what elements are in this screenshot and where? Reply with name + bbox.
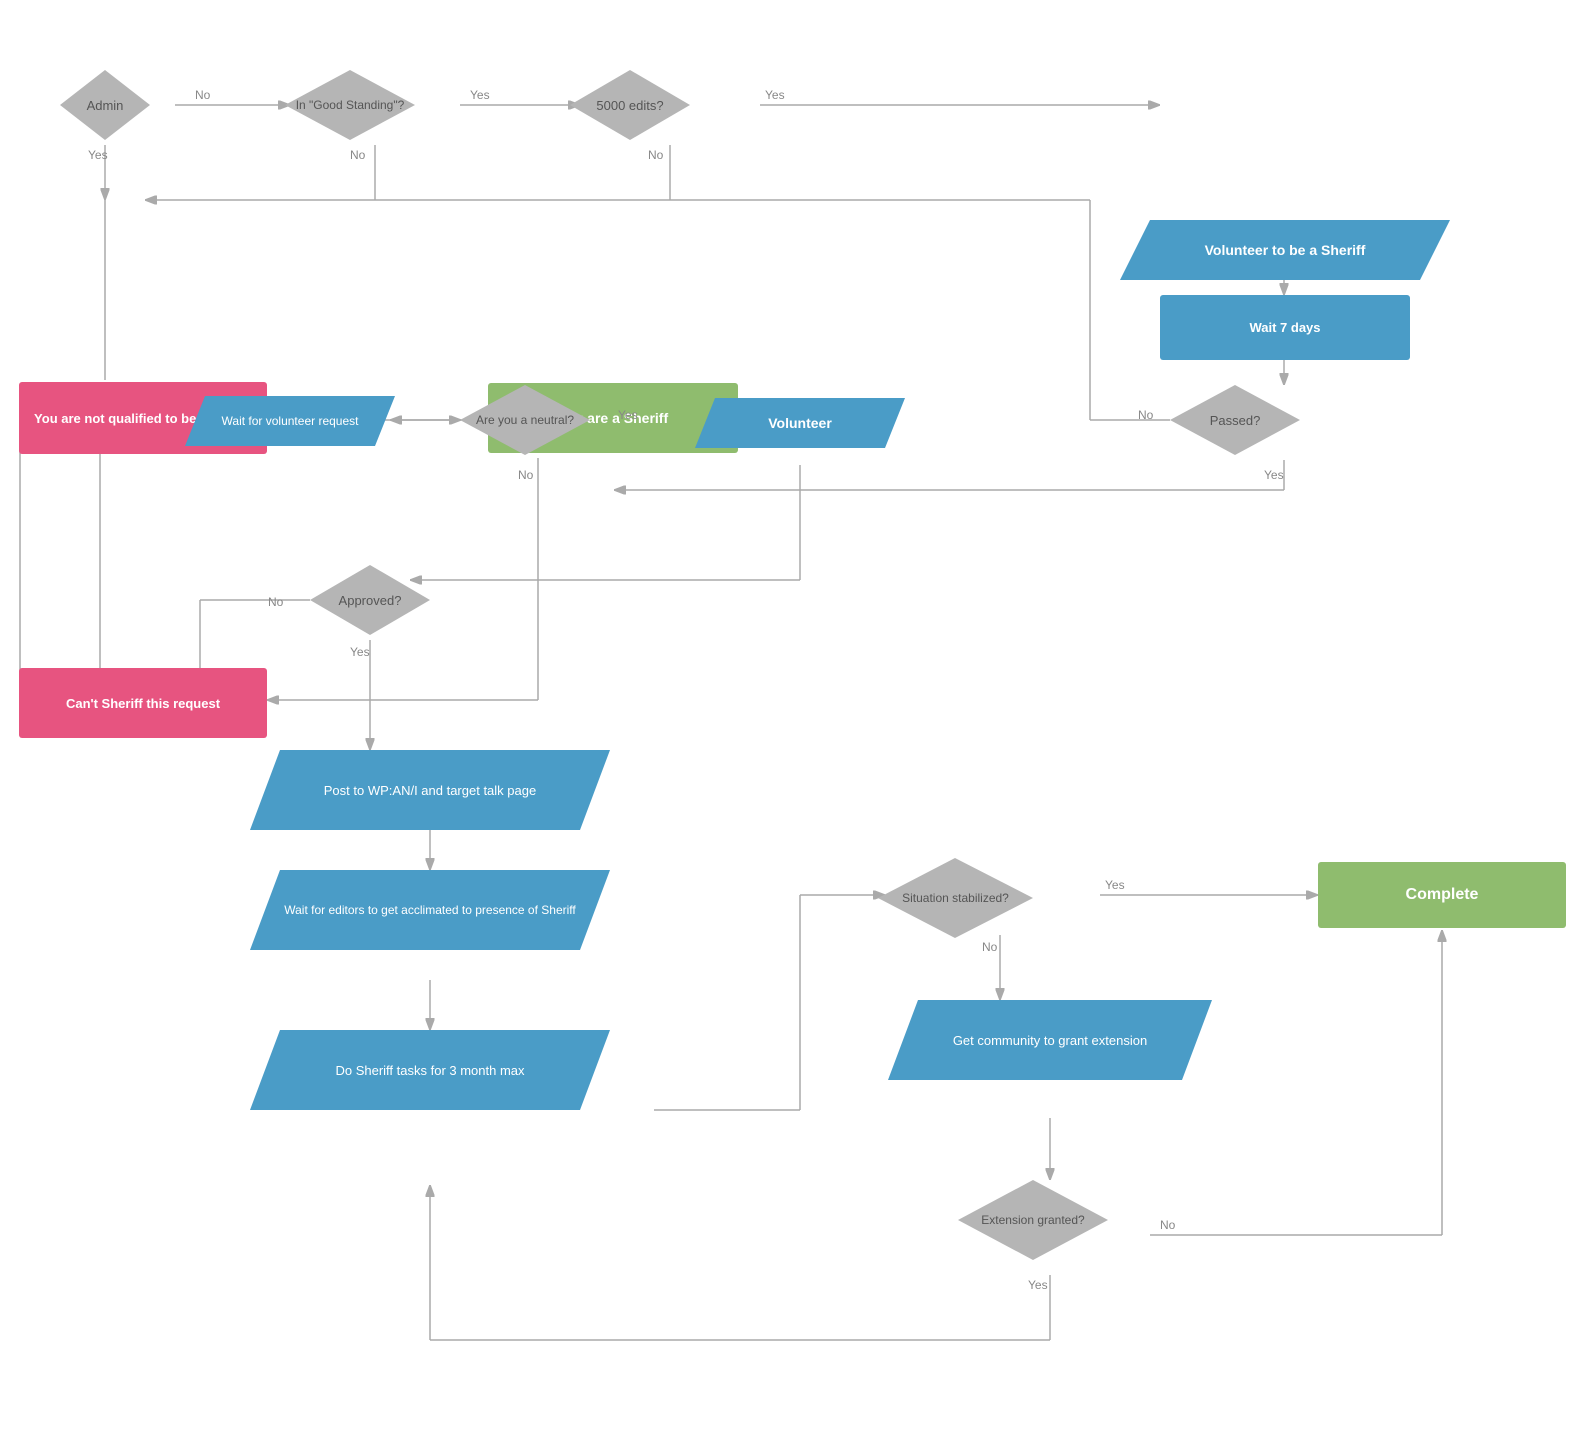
situation-stabilized-diamond: Situation stabilized? (878, 858, 1033, 938)
flowchart: Admin In "Good Standing"? 5000 edits? Vo… (0, 0, 1578, 1434)
good-standing-yes-label: Yes (470, 88, 490, 102)
get-community-parallelogram: Get community to grant extension (888, 1000, 1212, 1080)
volunteer-parallelogram: Volunteer (695, 398, 905, 448)
extension-granted-diamond: Extension granted? (958, 1180, 1108, 1260)
volunteer-sheriff-parallelogram: Volunteer to be a Sheriff (1120, 220, 1450, 280)
complete-rect: Complete (1318, 862, 1566, 928)
good-standing-diamond: In "Good Standing"? (285, 70, 415, 140)
five-thousand-yes-label: Yes (765, 88, 785, 102)
do-sheriff-parallelogram: Do Sheriff tasks for 3 month max (250, 1030, 610, 1110)
good-standing-no-label: No (350, 148, 365, 162)
extension-no-label: No (1160, 1218, 1175, 1232)
admin-diamond: Admin (60, 70, 150, 140)
passed-diamond: Passed? (1170, 385, 1300, 455)
post-wp-parallelogram: Post to WP:AN/I and target talk page (250, 750, 610, 830)
approved-yes-label: Yes (350, 645, 370, 659)
are-you-neutral-diamond: Are you a neutral? (460, 385, 590, 455)
extension-yes-label: Yes (1028, 1278, 1048, 1292)
wait-editors-parallelogram: Wait for editors to get acclimated to pr… (250, 870, 610, 950)
approved-no-label: No (268, 595, 283, 609)
five-thousand-no-label: No (648, 148, 663, 162)
neutral-no-label: No (518, 468, 533, 482)
wait-7-days-rect: Wait 7 days (1160, 295, 1410, 360)
neutral-yes-label: Yes (618, 408, 638, 422)
situation-no-label: No (982, 940, 997, 954)
admin-yes-label: Yes (88, 148, 108, 162)
approved-diamond: Approved? (310, 565, 430, 635)
admin-no-label: No (195, 88, 210, 102)
cant-sheriff-rect: Can't Sheriff this request (19, 668, 267, 738)
five-thousand-edits-diamond: 5000 edits? (570, 70, 690, 140)
passed-no-label: No (1138, 408, 1153, 422)
wait-volunteer-parallelogram: Wait for volunteer request (185, 396, 395, 446)
passed-yes-label: Yes (1264, 468, 1284, 482)
situation-yes-label: Yes (1105, 878, 1125, 892)
